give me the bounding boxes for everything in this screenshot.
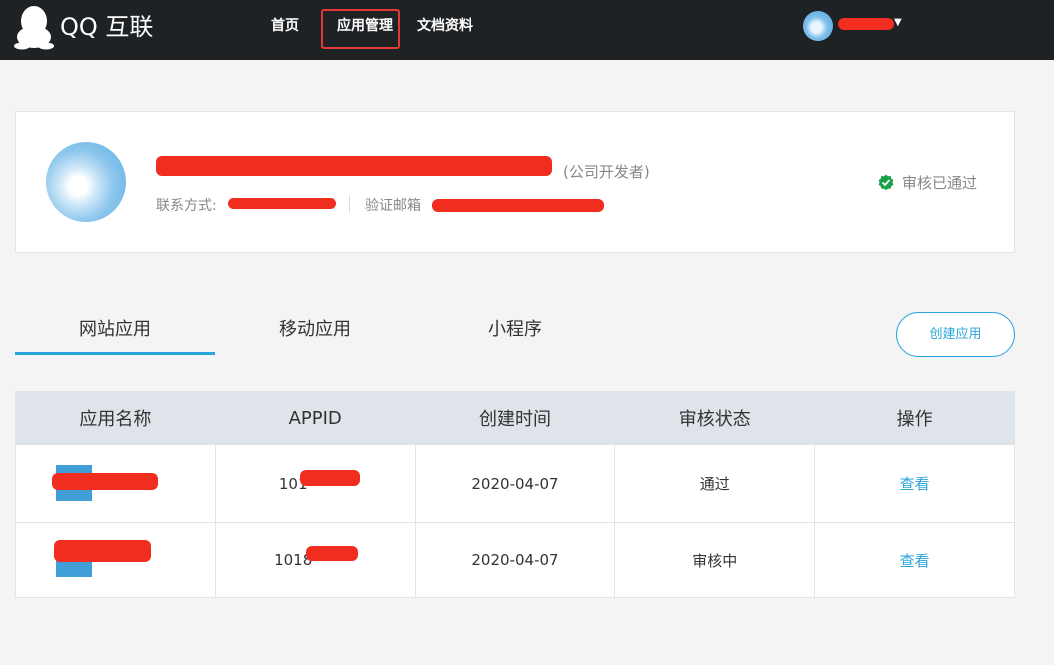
created-cell: 2020-04-07 [414,522,616,598]
table-header-row: 应用名称 APPID 创建时间 审核状态 操作 [15,391,1015,445]
developer-type: (公司开发者) [563,163,650,181]
redacted-app-name [52,473,158,490]
redacted-username[interactable] [838,18,894,30]
redacted-email [432,199,604,212]
view-link[interactable]: 查看 [900,475,930,493]
view-link[interactable]: 查看 [900,552,930,570]
header-created-time: 创建时间 [414,391,616,445]
header-appid: APPID [214,391,416,445]
tab-mobile-apps[interactable]: 移动应用 [215,315,415,341]
nav-highlight-box [321,9,400,49]
header-audit-status: 审核状态 [614,391,816,445]
create-app-button[interactable]: 创建应用 [896,312,1015,357]
qq-penguin-logo[interactable] [14,4,54,50]
tab-mini-programs[interactable]: 小程序 [415,315,615,341]
apps-table: 应用名称 APPID 创建时间 审核状态 操作 101 2020-04-07 通… [15,391,1015,598]
nav-home[interactable]: 首页 [271,14,299,38]
app-name-cell [15,522,216,598]
tab-website-apps[interactable]: 网站应用 [15,315,215,341]
header-actions: 操作 [814,391,1015,445]
created-cell: 2020-04-07 [414,444,616,523]
dropdown-caret-icon[interactable]: ▼ [894,17,902,28]
contact-label: 联系方式: [156,198,217,214]
nav-docs[interactable]: 文档资料 [417,14,473,38]
user-avatar[interactable] [803,11,833,41]
top-nav-bar: QQ 互联 首页 应用管理 文档资料 ▼ [0,0,1054,60]
appid-cell: 1018 [214,522,416,598]
redacted-phone [228,198,336,209]
audit-status-text: 审核已通过 [902,174,978,192]
table-row: 101 2020-04-07 通过 查看 [15,444,1015,523]
redacted-appid [305,546,358,561]
action-cell: 查看 [814,444,1015,523]
app-name-cell [15,444,216,523]
header-app-name: 应用名称 [15,391,216,445]
action-cell: 查看 [814,522,1015,598]
redacted-appid [299,470,360,486]
brand-title[interactable]: QQ 互联 [60,10,153,44]
check-badge-icon [878,174,894,190]
status-cell: 通过 [614,444,816,523]
divider [349,195,350,213]
developer-avatar [46,142,126,222]
active-tab-indicator [15,352,215,355]
audit-status: 审核已通过 [878,172,977,193]
redacted-company-name [156,156,552,176]
redacted-app-name [54,540,151,562]
email-label: 验证邮箱 [365,198,421,214]
table-row: 1018 2020-04-07 审核中 查看 [15,522,1015,598]
status-cell: 审核中 [614,522,816,598]
developer-profile-card: (公司开发者) 联系方式: 验证邮箱 审核已通过 [15,111,1015,253]
appid-cell: 101 [214,444,416,523]
